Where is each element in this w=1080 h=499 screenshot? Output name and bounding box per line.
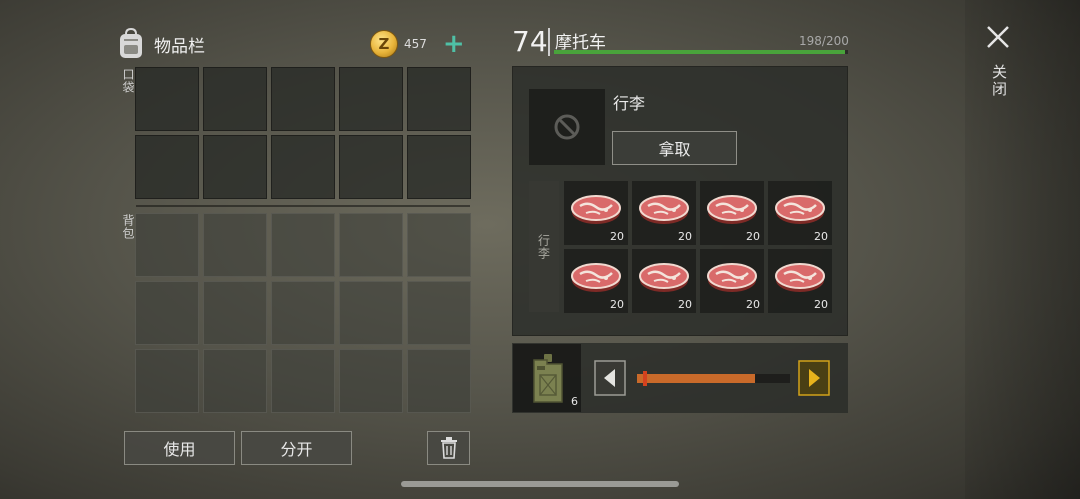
item-quantity: 20	[610, 298, 624, 311]
item-quantity: 20	[678, 230, 692, 243]
backpack-slot[interactable]	[135, 281, 199, 345]
pocket-slot[interactable]	[339, 135, 403, 199]
backpack-slot[interactable]	[203, 349, 267, 413]
storage-side-label: 行李	[536, 233, 551, 260]
pocket-grid	[135, 67, 471, 199]
pocket-slot[interactable]	[203, 67, 267, 131]
inventory-title: 物品栏	[154, 36, 205, 57]
steak-icon	[775, 263, 825, 292]
pocket-slot[interactable]	[135, 67, 199, 131]
arrow-left-icon	[594, 360, 626, 396]
take-button[interactable]: 拿取	[612, 131, 737, 165]
storage-item[interactable]: 20	[700, 181, 764, 245]
no-entry-icon	[554, 114, 580, 140]
vehicle-durability-bar	[554, 50, 848, 54]
backpack-slot[interactable]	[407, 349, 471, 413]
backpack-slot[interactable]	[339, 281, 403, 345]
currency-display: Z 457 +	[370, 30, 472, 58]
backpack-slot[interactable]	[135, 349, 199, 413]
inventory-header: 物品栏	[116, 26, 205, 62]
pocket-slot[interactable]	[271, 135, 335, 199]
backpack-slot[interactable]	[339, 213, 403, 277]
storage-item-grid: 20 20 20 20 20 20 20 20	[564, 181, 832, 313]
vehicle-durability-fill	[554, 50, 846, 54]
steak-icon	[707, 195, 757, 224]
storage-item[interactable]: 20	[632, 181, 696, 245]
add-currency-button[interactable]: +	[443, 31, 465, 57]
quantity-slider[interactable]	[637, 374, 790, 383]
trash-icon	[440, 437, 457, 459]
home-indicator[interactable]	[401, 481, 679, 487]
backpack-slot[interactable]	[407, 281, 471, 345]
increase-button[interactable]	[798, 360, 830, 396]
trash-button[interactable]	[427, 431, 470, 465]
storage-item[interactable]: 20	[564, 249, 628, 313]
steak-icon	[571, 195, 621, 224]
vehicle-durability-text: 198/200	[799, 34, 849, 48]
pocket-slot[interactable]	[407, 135, 471, 199]
fuel-item-slot[interactable]: 6	[513, 344, 581, 412]
item-quantity: 20	[814, 230, 828, 243]
use-button[interactable]: 使用	[124, 431, 235, 465]
item-quantity: 20	[746, 230, 760, 243]
backpack-slot[interactable]	[407, 213, 471, 277]
storage-title: 行李	[613, 94, 646, 113]
storage-item[interactable]: 20	[700, 249, 764, 313]
quantity-slider-fill	[637, 374, 755, 383]
pocket-slot[interactable]	[203, 135, 267, 199]
arrow-right-icon	[798, 360, 830, 396]
vehicle-header-separator	[548, 28, 550, 56]
backpack-slot[interactable]	[203, 213, 267, 277]
quantity-slider-handle[interactable]	[643, 371, 647, 386]
item-quantity: 20	[610, 230, 624, 243]
vehicle-level: 74	[512, 25, 548, 58]
backpack-slot[interactable]	[135, 213, 199, 277]
backpack-grid	[135, 213, 471, 413]
inventory-divider	[136, 205, 470, 207]
pocket-slot[interactable]	[271, 67, 335, 131]
backpack-slot[interactable]	[339, 349, 403, 413]
pocket-slot[interactable]	[407, 67, 471, 131]
close-column	[965, 0, 1080, 499]
backpack-icon	[116, 28, 146, 60]
steak-icon	[707, 263, 757, 292]
decrease-button[interactable]	[594, 360, 626, 396]
item-quantity: 20	[814, 298, 828, 311]
coin-count: 457	[404, 37, 427, 51]
storage-item[interactable]: 20	[768, 249, 832, 313]
pocket-slot[interactable]	[339, 67, 403, 131]
close-label[interactable]: 关闭	[989, 64, 1010, 98]
backpack-slot[interactable]	[271, 349, 335, 413]
steak-icon	[571, 263, 621, 292]
item-quantity: 20	[678, 298, 692, 311]
storage-side-tab: 行李	[529, 181, 559, 312]
steak-icon	[639, 195, 689, 224]
storage-item[interactable]: 20	[564, 181, 628, 245]
steak-icon	[775, 195, 825, 224]
item-quantity: 20	[746, 298, 760, 311]
close-icon	[987, 26, 1009, 48]
fuel-quantity: 6	[571, 395, 578, 408]
backpack-slot[interactable]	[271, 281, 335, 345]
pocket-slot[interactable]	[135, 135, 199, 199]
steak-icon	[639, 263, 689, 292]
storage-item[interactable]: 20	[768, 181, 832, 245]
close-button[interactable]	[983, 22, 1013, 52]
coin-icon: Z	[370, 30, 398, 58]
split-button[interactable]: 分开	[241, 431, 352, 465]
backpack-slot[interactable]	[271, 213, 335, 277]
storage-item[interactable]: 20	[632, 249, 696, 313]
backpack-slot[interactable]	[203, 281, 267, 345]
trunk-preview	[529, 89, 605, 165]
